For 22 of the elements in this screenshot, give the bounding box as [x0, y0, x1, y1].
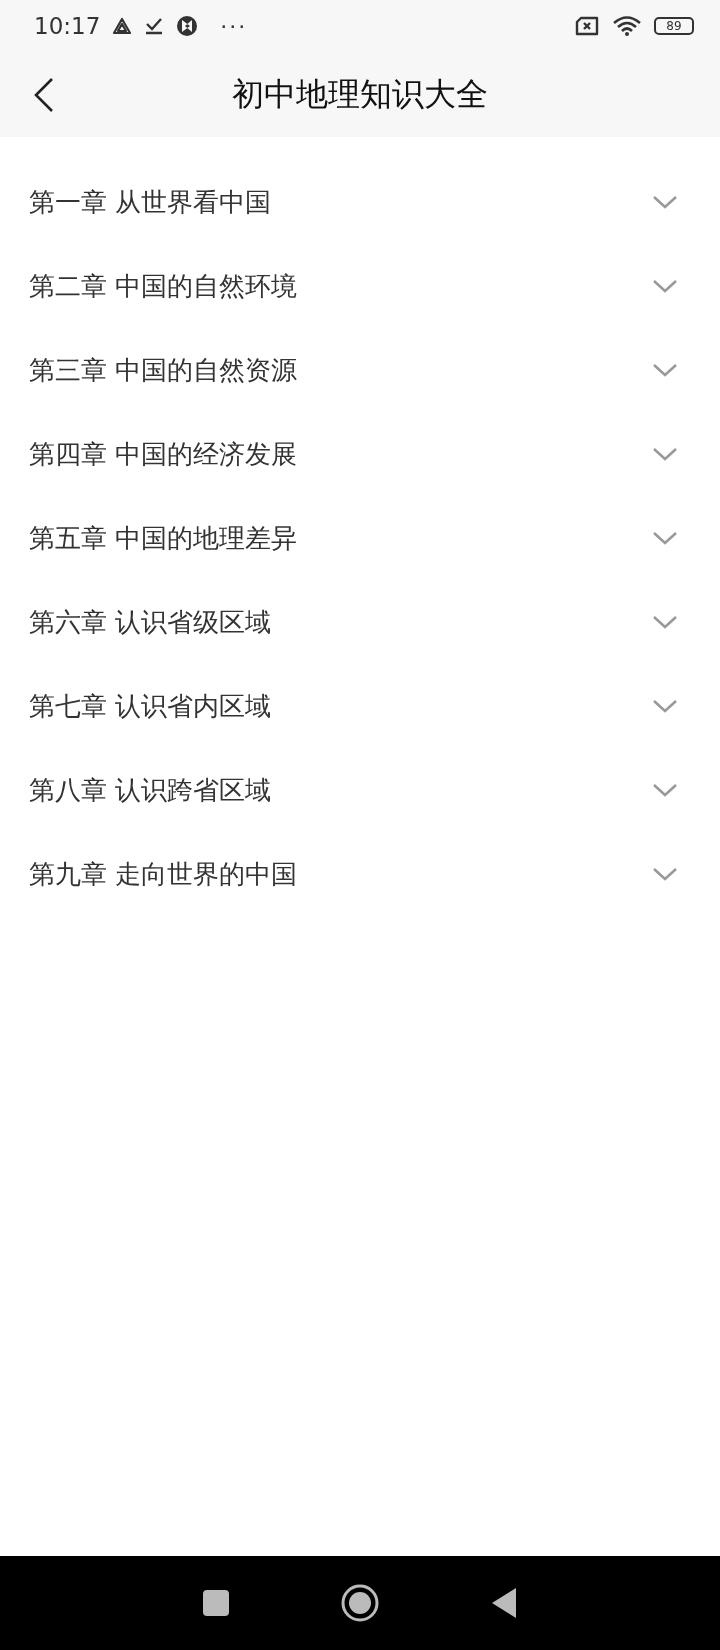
battery-icon: 89 [654, 17, 694, 35]
page-title: 初中地理知识大全 [232, 73, 488, 115]
triangle-icon [112, 17, 133, 35]
more-notifications: ··· [220, 13, 248, 39]
chapter-item[interactable]: 第八章 认识跨省区域 [0, 748, 720, 832]
square-icon[interactable] [202, 1589, 230, 1617]
no-sim-icon [574, 16, 600, 36]
aperture-icon [176, 15, 199, 37]
wifi-icon [612, 15, 642, 37]
chapter-item[interactable]: 第一章 从世界看中国 [0, 160, 720, 244]
back-icon[interactable] [33, 77, 55, 113]
download-done-icon [144, 17, 165, 35]
status-time: 10:17 [34, 13, 101, 39]
chapter-item[interactable]: 第四章 中国的经济发展 [0, 412, 720, 496]
chapter-item[interactable]: 第七章 认识省内区域 [0, 664, 720, 748]
chapter-item[interactable]: 第二章 中国的自然环境 [0, 244, 720, 328]
home-icon[interactable] [340, 1583, 380, 1623]
chapter-item[interactable]: 第六章 认识省级区域 [0, 580, 720, 664]
chapter-item[interactable]: 第九章 走向世界的中国 [0, 832, 720, 916]
chapter-item[interactable]: 第三章 中国的自然资源 [0, 328, 720, 412]
chapter-item[interactable]: 第五章 中国的地理差异 [0, 496, 720, 580]
back-triangle-icon[interactable] [490, 1587, 518, 1619]
